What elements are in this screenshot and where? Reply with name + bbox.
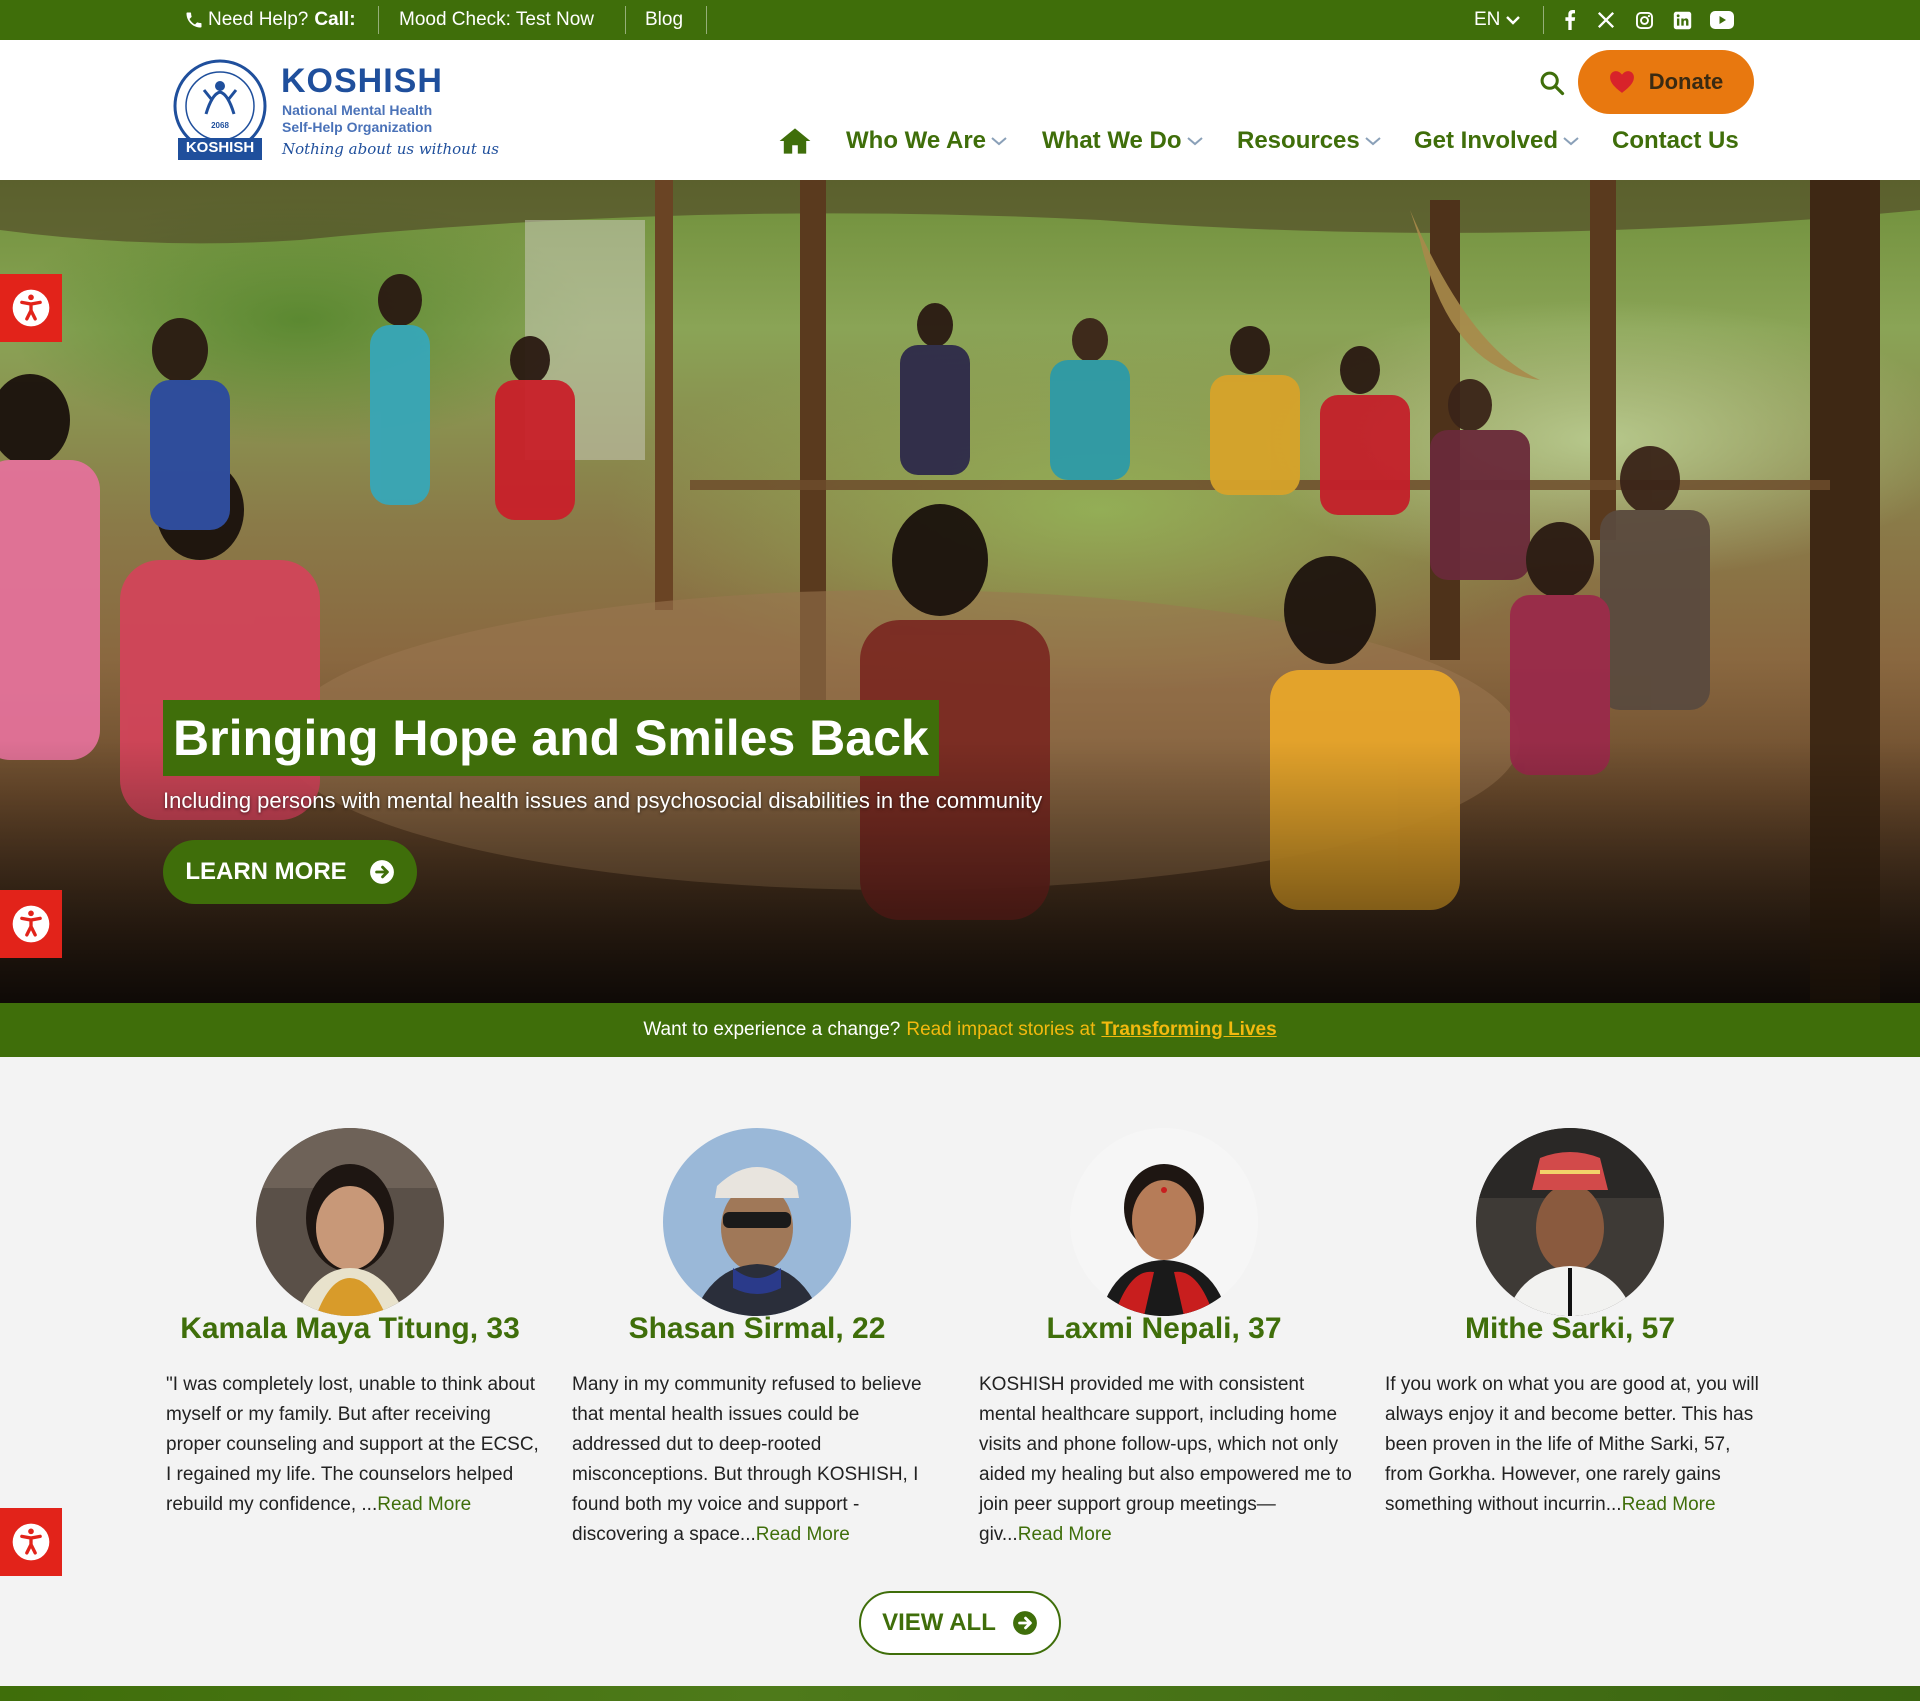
divider [378, 6, 379, 34]
arrow-circle-right-icon [1012, 1611, 1037, 1635]
story-name[interactable]: Kamala Maya Titung, 33 [147, 1312, 553, 1346]
banner-question: Want to experience a change? [643, 1019, 901, 1040]
seal-year: 2068 [211, 121, 229, 130]
banner-invite: Read impact stories at [906, 1019, 1096, 1040]
avatar[interactable] [256, 1128, 444, 1316]
avatar[interactable] [1476, 1128, 1664, 1316]
nav-label: Get Involved [1414, 127, 1559, 154]
story-excerpt-text: "I was completely lost, unable to think … [166, 1374, 539, 1515]
mood-check-link[interactable]: Mood Check: Test Now [399, 0, 594, 40]
call-label: Call: [314, 9, 356, 30]
nav-who-we-are[interactable]: Who We Are [846, 120, 1008, 162]
story-excerpt-text: KOSHISH provided me with consistent ment… [979, 1374, 1352, 1545]
read-more-link[interactable]: Read More [1622, 1494, 1716, 1515]
seal-label: KOSHISH [185, 139, 255, 156]
nav-resources[interactable]: Resources [1237, 120, 1382, 162]
nav-label: Resources [1237, 127, 1360, 154]
story-excerpt: Many in my community refused to believe … [572, 1370, 948, 1550]
accessibility-icon [12, 905, 50, 943]
chevron-down-icon [1186, 137, 1203, 146]
nav-contact-us[interactable]: Contact Us [1612, 120, 1739, 162]
help-label: Need Help? [208, 9, 309, 30]
nav-get-involved[interactable]: Get Involved [1414, 120, 1580, 162]
nav-home[interactable] [778, 120, 812, 162]
accessibility-icon [12, 289, 50, 327]
accessibility-button[interactable] [0, 1508, 62, 1576]
read-more-link[interactable]: Read More [1018, 1524, 1112, 1545]
accessibility-icon [12, 1523, 50, 1561]
transforming-lives-link[interactable]: Transforming Lives [1101, 1019, 1276, 1041]
story-name[interactable]: Laxmi Nepali, 37 [961, 1312, 1367, 1346]
story-excerpt: KOSHISH provided me with consistent ment… [979, 1370, 1355, 1550]
avatar[interactable] [663, 1128, 851, 1316]
brand-subtitle-line2: Self-Help Organization [282, 119, 433, 135]
story-name[interactable]: Shasan Sirmal, 22 [554, 1312, 960, 1346]
nav-label: Who We Are [846, 127, 987, 154]
learn-more-label: LEARN MORE [185, 858, 347, 885]
search-icon [1540, 71, 1565, 96]
impact-stories-banner: Want to experience a change? Read impact… [0, 1003, 1920, 1057]
facebook-icon[interactable] [1556, 0, 1584, 40]
nav-label: Contact Us [1612, 127, 1739, 154]
youtube-icon[interactable] [1708, 0, 1736, 40]
chevron-down-icon [991, 137, 1007, 146]
language-selector[interactable]: EN [1474, 0, 1521, 40]
chevron-down-icon [1563, 137, 1579, 146]
divider [706, 6, 707, 34]
accessibility-button[interactable] [0, 890, 62, 958]
view-all-button[interactable]: VIEW ALL [859, 1591, 1061, 1655]
read-more-link[interactable]: Read More [756, 1524, 850, 1545]
view-all-label: VIEW ALL [882, 1609, 996, 1636]
x-icon[interactable] [1592, 0, 1620, 40]
donate-label: Donate [1648, 69, 1724, 94]
avatar[interactable] [1070, 1128, 1258, 1316]
chevron-down-icon [1506, 16, 1521, 25]
story-excerpt-text: Many in my community refused to believe … [572, 1374, 922, 1545]
linkedin-icon[interactable] [1668, 0, 1696, 40]
hero-subtitle: Including persons with mental health iss… [163, 788, 1043, 813]
nav-label: What We Do [1042, 127, 1182, 154]
story-excerpt: If you work on what you are good at, you… [1385, 1370, 1761, 1520]
accessibility-button[interactable] [0, 274, 62, 342]
donate-button[interactable]: Donate [1578, 50, 1754, 114]
instagram-icon[interactable] [1630, 0, 1658, 40]
heart-icon [1609, 71, 1634, 93]
divider [625, 6, 626, 34]
read-more-link[interactable]: Read More [377, 1494, 471, 1515]
divider [1543, 6, 1544, 34]
blog-link[interactable]: Blog [645, 0, 683, 40]
brand-name[interactable]: KOSHISH [281, 62, 443, 101]
hero-title: Bringing Hope and Smiles Back [163, 700, 939, 776]
phone-icon [186, 12, 202, 28]
story-excerpt: "I was completely lost, unable to think … [166, 1370, 542, 1520]
footer-band [0, 1686, 1920, 1701]
nav-what-we-do[interactable]: What We Do [1042, 120, 1204, 162]
brand-subtitle-line1: National Mental Health [282, 102, 433, 118]
learn-more-button[interactable]: LEARN MORE [163, 840, 417, 904]
story-name[interactable]: Mithe Sarki, 57 [1367, 1312, 1773, 1346]
search-button[interactable] [1535, 66, 1569, 100]
top-utility-bar: Need Help? Call: Mood Check: Test Now Bl… [0, 0, 1920, 40]
home-icon [779, 128, 811, 154]
chevron-down-icon [1365, 137, 1381, 146]
language-label: EN [1474, 9, 1501, 30]
help-call-link[interactable]: Need Help? Call: [184, 0, 356, 40]
arrow-circle-right-icon [369, 860, 394, 884]
koshish-logo-seal[interactable]: KOSHISH 2068 [172, 58, 268, 162]
brand-tagline: Nothing about us without us [282, 140, 500, 158]
